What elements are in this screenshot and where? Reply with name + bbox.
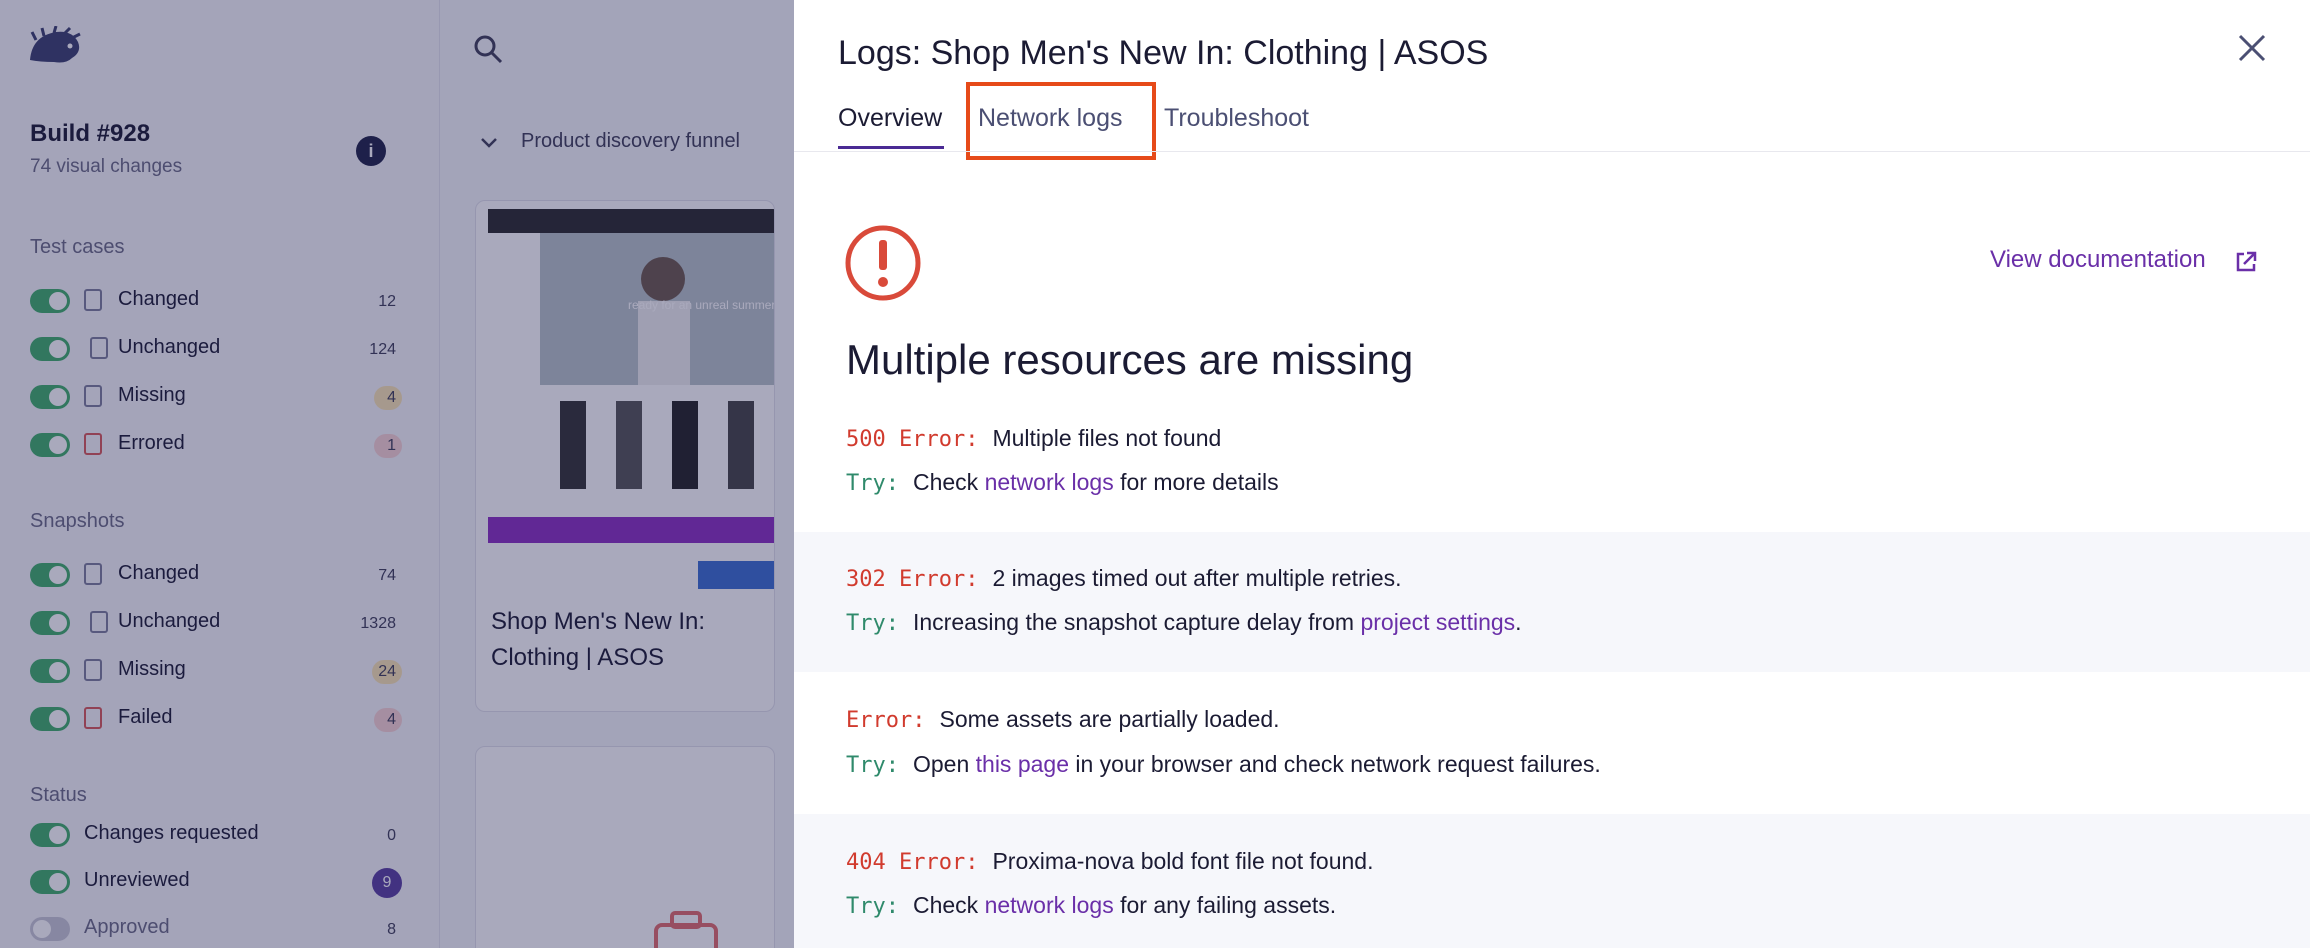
try-text-pre: Increasing the snapshot capture delay fr… [912, 609, 1361, 635]
tab-troubleshoot[interactable]: Troubleshoot [1164, 104, 1309, 133]
error-item: 500 Error: Multiple files not found Try: C… [794, 412, 2310, 532]
error-line: 302 Error: 2 images timed out after multi… [846, 565, 1402, 592]
network-logs-link[interactable]: network logs [985, 469, 1114, 495]
project-settings-link[interactable]: project settings [1360, 609, 1515, 635]
try-label: Try: [846, 894, 899, 919]
close-icon[interactable] [2234, 30, 2270, 66]
try-line: Try: Check network logs for any failing a… [846, 892, 1336, 919]
try-text-pre: Check [912, 892, 985, 918]
error-item: 404 Error: Proxima-nova bold font file no… [794, 814, 2310, 948]
view-documentation-link[interactable]: View documentation [1990, 246, 2206, 274]
try-label: Try: [846, 753, 899, 778]
tab-highlight-box [966, 82, 1156, 160]
this-page-link[interactable]: this page [976, 751, 1069, 777]
error-heading: Multiple resources are missing [846, 336, 1414, 383]
try-text-post: . [1515, 609, 1522, 635]
external-link-icon[interactable] [2234, 250, 2258, 274]
try-text-post: for more details [1113, 469, 1279, 495]
error-message: Some assets are partially loaded. [939, 706, 1280, 732]
try-text-pre: Open [912, 751, 976, 777]
error-message: Multiple files not found [992, 425, 1222, 451]
try-label: Try: [846, 611, 899, 636]
error-code: 500 Error: [846, 427, 979, 452]
try-text-post: for any failing assets. [1113, 892, 1337, 918]
try-label: Try: [846, 471, 899, 496]
tab-overview[interactable]: Overview [838, 104, 942, 133]
error-item: 302 Error: 2 images timed out after multi… [794, 532, 2310, 672]
try-line: Try: Check network logs for more details [846, 469, 1279, 496]
logs-drawer: Logs: Shop Men's New In: Clothing | ASOS… [794, 0, 2310, 948]
network-logs-link[interactable]: network logs [985, 892, 1114, 918]
modal-backdrop[interactable] [0, 0, 794, 948]
error-item: Error: Some assets are partially loaded. … [794, 672, 2310, 814]
alert-icon [845, 225, 921, 301]
error-message: Proxima-nova bold font file not found. [992, 848, 1374, 874]
error-code: 404 Error: [846, 850, 979, 875]
drawer-title: Logs: Shop Men's New In: Clothing | ASOS [838, 34, 1489, 72]
error-line: Error: Some assets are partially loaded. [846, 706, 1280, 733]
tabs-divider [794, 151, 2310, 152]
error-line: 500 Error: Multiple files not found [846, 425, 1221, 452]
error-code: 302 Error: [846, 567, 979, 592]
try-line: Try: Open this page in your browser and c… [846, 751, 1601, 778]
try-line: Try: Increasing the snapshot capture dela… [846, 609, 1522, 636]
active-tab-indicator [838, 146, 944, 149]
try-text-pre: Check [912, 469, 985, 495]
error-message: 2 images timed out after multiple retrie… [992, 565, 1402, 591]
error-code: Error: [846, 708, 926, 733]
try-text-post: in your browser and check network reques… [1069, 751, 1601, 777]
error-line: 404 Error: Proxima-nova bold font file no… [846, 848, 1373, 875]
